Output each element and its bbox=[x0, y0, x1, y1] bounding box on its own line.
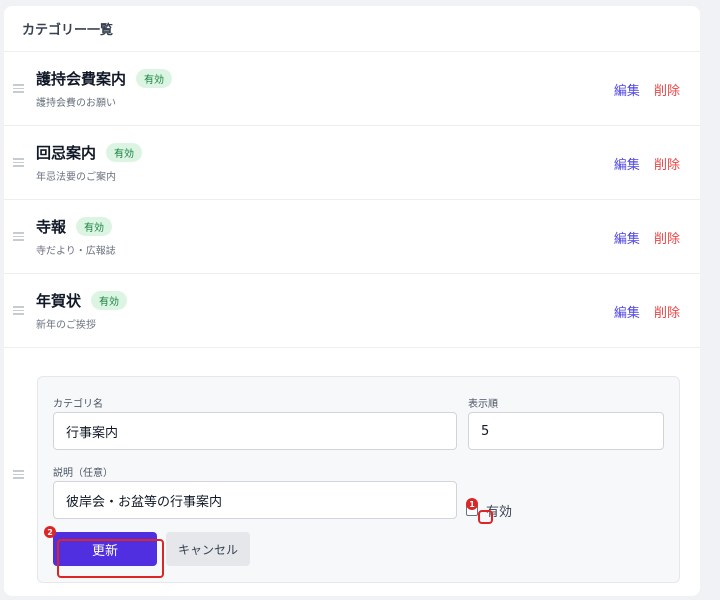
display-order-input[interactable] bbox=[468, 412, 664, 450]
update-button-highlight bbox=[57, 539, 164, 578]
category-description: 寺だより・広報誌 bbox=[36, 246, 116, 257]
category-row: 寺報 有効 寺だより・広報誌 編集 削除 bbox=[4, 200, 700, 274]
category-row: 回忌案内 有効 年忌法要のご案内 編集 削除 bbox=[4, 126, 700, 200]
cancel-button[interactable]: キャンセル bbox=[166, 532, 250, 566]
category-name: 護持会費案内 bbox=[36, 70, 127, 88]
category-name: 寺報 bbox=[36, 218, 67, 236]
edit-button[interactable]: 編集 bbox=[614, 158, 640, 173]
status-badge: 有効 bbox=[91, 291, 128, 310]
description-label: 説明（任意） bbox=[53, 468, 113, 479]
drag-handle-icon[interactable] bbox=[13, 232, 24, 241]
category-row: 護持会費案内 有効 護持会費のお願い 編集 削除 bbox=[4, 52, 700, 126]
edit-button[interactable]: 編集 bbox=[614, 84, 640, 99]
description-input[interactable] bbox=[53, 481, 457, 519]
edit-button[interactable]: 編集 bbox=[614, 232, 640, 247]
drag-handle-icon[interactable] bbox=[13, 158, 24, 167]
delete-button[interactable]: 削除 bbox=[654, 158, 680, 173]
step-marker-1: 1 bbox=[466, 498, 478, 510]
status-badge: 有効 bbox=[136, 69, 173, 88]
category-row: 年賀状 有効 新年のご挨拶 編集 削除 bbox=[4, 274, 700, 348]
category-description: 新年のご挨拶 bbox=[36, 320, 96, 331]
drag-handle-icon[interactable] bbox=[13, 306, 24, 315]
category-name-label: カテゴリ名 bbox=[53, 399, 103, 410]
status-badge: 有効 bbox=[106, 143, 143, 162]
delete-button[interactable]: 削除 bbox=[654, 84, 680, 99]
category-name-input[interactable] bbox=[53, 412, 457, 450]
category-description: 護持会費のお願い bbox=[36, 98, 116, 109]
checkbox-highlight bbox=[478, 510, 493, 524]
category-description: 年忌法要のご案内 bbox=[36, 172, 116, 183]
drag-handle-icon[interactable] bbox=[13, 470, 24, 479]
delete-button[interactable]: 削除 bbox=[654, 232, 680, 247]
status-badge: 有効 bbox=[76, 217, 113, 236]
edit-button[interactable]: 編集 bbox=[614, 306, 640, 321]
category-name: 回忌案内 bbox=[36, 144, 97, 162]
delete-button[interactable]: 削除 bbox=[654, 306, 680, 321]
category-name: 年賀状 bbox=[36, 292, 82, 310]
card-title: カテゴリー一覧 bbox=[4, 6, 700, 52]
drag-handle-icon[interactable] bbox=[13, 84, 24, 93]
display-order-label: 表示順 bbox=[468, 399, 498, 410]
step-marker-2: 2 bbox=[44, 526, 56, 538]
category-list-card: カテゴリー一覧 護持会費案内 有効 護持会費のお願い 編集 削除 回忌案内 有効… bbox=[4, 6, 700, 596]
